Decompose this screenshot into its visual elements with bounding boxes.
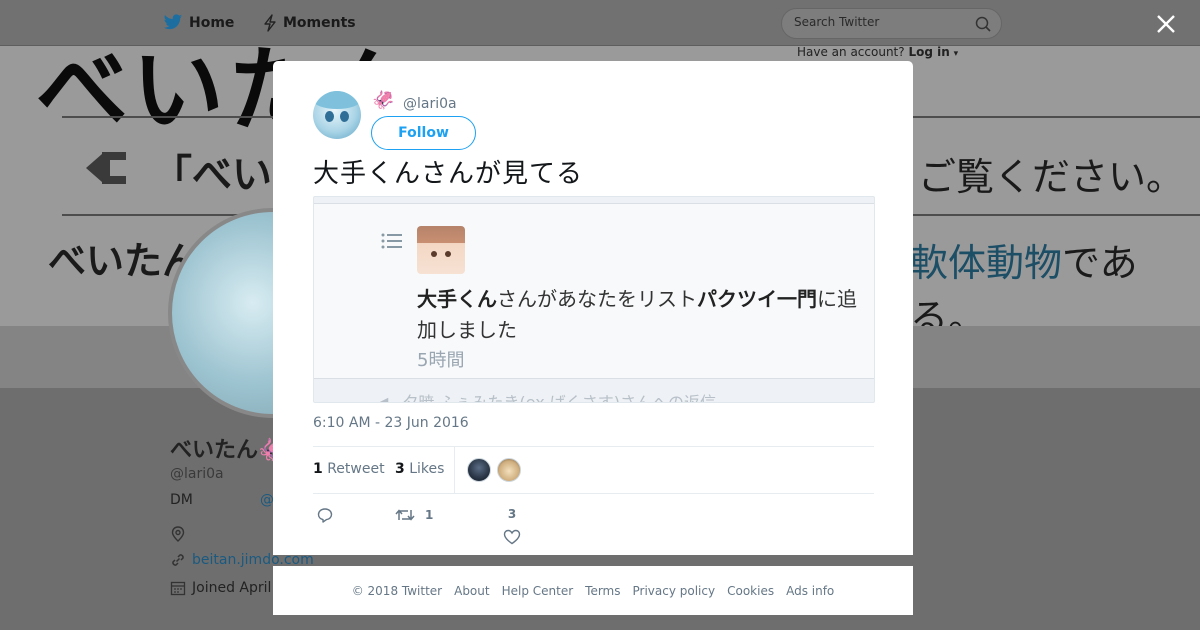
footer-link-terms[interactable]: Terms <box>585 584 620 598</box>
footer-link-cookies[interactable]: Cookies <box>727 584 774 598</box>
tweet-text: 大手くんさんが見てる <box>313 159 584 189</box>
nav-moments[interactable]: Moments <box>263 14 356 32</box>
footer-link-about[interactable]: About <box>454 584 489 598</box>
retweet-icon <box>395 509 415 521</box>
profile-card: べいたん🦑 @lari0a DM @ beitan.jimdo.com Join… <box>170 432 314 596</box>
nav-home-label: Home <box>189 14 235 31</box>
like-button[interactable]: 3 <box>503 507 521 545</box>
profile-joined-row: Joined April <box>170 580 271 596</box>
search-box[interactable] <box>781 8 1002 39</box>
reply-arrow-icon: ◀ <box>376 393 389 403</box>
notification-time: 5時間 <box>417 350 465 371</box>
notification-user-name: 大手くん <box>417 287 497 311</box>
retweet-button[interactable]: 1 <box>395 507 433 523</box>
profile-location-row <box>170 526 186 542</box>
have-account-text: Have an account? <box>797 45 905 59</box>
footer-copyright: © 2018 Twitter <box>351 583 443 598</box>
top-nav-bar: Home Moments <box>0 0 1200 46</box>
squid-emoji: 🦑 <box>372 90 395 111</box>
close-icon <box>1157 15 1175 33</box>
tweet-stats: 1 Retweet 3 Likes <box>313 446 874 494</box>
notification-text: 大手くんさんがあなたをリストパクツイ一門に追加しました <box>417 284 867 346</box>
link-icon <box>172 554 184 566</box>
likes-stat[interactable]: 3 Likes <box>395 461 444 477</box>
tweet-modal: 🦑 @lari0a Follow 大手くんさんが見てる 大手くんさんがあなたをリ… <box>273 61 913 555</box>
chevron-down-icon[interactable]: ▾ <box>954 49 959 59</box>
twitter-bird-icon <box>163 14 183 30</box>
search-input[interactable] <box>794 15 964 29</box>
nav-home[interactable]: Home <box>163 14 234 31</box>
profile-dm-link[interactable]: @ <box>260 492 274 508</box>
likes-count: 3 <box>395 461 405 477</box>
share-arrow-icon <box>86 152 126 184</box>
banner-row2-right: ご覧ください。 <box>918 155 1185 199</box>
footer-link-ads-info[interactable]: Ads info <box>786 584 834 598</box>
footer-link-help-center[interactable]: Help Center <box>502 584 574 598</box>
notification-user-avatar <box>417 226 465 274</box>
profile-handle: @lari0a <box>170 466 224 482</box>
close-modal-button[interactable] <box>1154 12 1178 36</box>
lightning-icon <box>264 14 276 32</box>
tweet-author-avatar[interactable] <box>313 91 361 139</box>
footer: © 2018 Twitter About Help Center Terms P… <box>273 566 913 615</box>
notification-next-line: ◀ 夕暁 ふぇみたき(ex ばくさす)さんへの返信 <box>376 389 717 403</box>
retweet-label: Retweet <box>327 461 385 477</box>
retweet-stat[interactable]: 1 Retweet <box>313 461 385 477</box>
follow-button[interactable]: Follow <box>371 116 476 150</box>
notification-next-text: 夕暁 ふぇみたき(ex ばくさす)さんへの返信 <box>402 393 717 403</box>
location-pin-icon <box>171 526 185 542</box>
liker-avatar[interactable] <box>467 458 491 482</box>
reply-icon <box>317 508 333 523</box>
profile-dm-label: DM <box>170 492 193 508</box>
heart-icon <box>503 529 521 545</box>
tweet-timestamp[interactable]: 6:10 AM - 23 Jun 2016 <box>313 415 469 431</box>
reply-button[interactable] <box>317 507 333 523</box>
search-icon[interactable] <box>975 16 991 32</box>
retweet-count: 1 <box>313 461 323 477</box>
like-action-count: 3 <box>507 507 517 521</box>
login-link[interactable]: Log in <box>908 45 949 59</box>
likes-label: Likes <box>409 461 445 477</box>
notification-middle: さんがあなたをリスト <box>497 287 697 311</box>
calendar-icon <box>170 581 186 596</box>
profile-joined-text: Joined April <box>192 580 272 596</box>
tweet-media-image[interactable]: 大手くんさんがあなたをリストパクツイ一門に追加しました 5時間 ◀ 夕暁 ふぇみた… <box>313 196 875 403</box>
tweet-author-handle[interactable]: @lari0a <box>403 96 457 112</box>
notification-list-name: パクツイ一門 <box>697 287 817 311</box>
liker-avatar[interactable] <box>497 458 521 482</box>
footer-link-privacy[interactable]: Privacy policy <box>633 584 716 598</box>
profile-name: べいたん🦑 <box>170 438 286 463</box>
account-line: Have an account? Log in ▾ <box>797 45 958 59</box>
tweet-actions: 1 3 <box>313 501 874 551</box>
banner-row3-accent: 軟体動物 <box>910 241 1063 285</box>
nav-moments-label: Moments <box>283 15 356 31</box>
banner-row3-right: 軟体動物である。 <box>910 232 1200 326</box>
retweet-action-count: 1 <box>425 508 434 522</box>
list-icon <box>381 233 402 249</box>
